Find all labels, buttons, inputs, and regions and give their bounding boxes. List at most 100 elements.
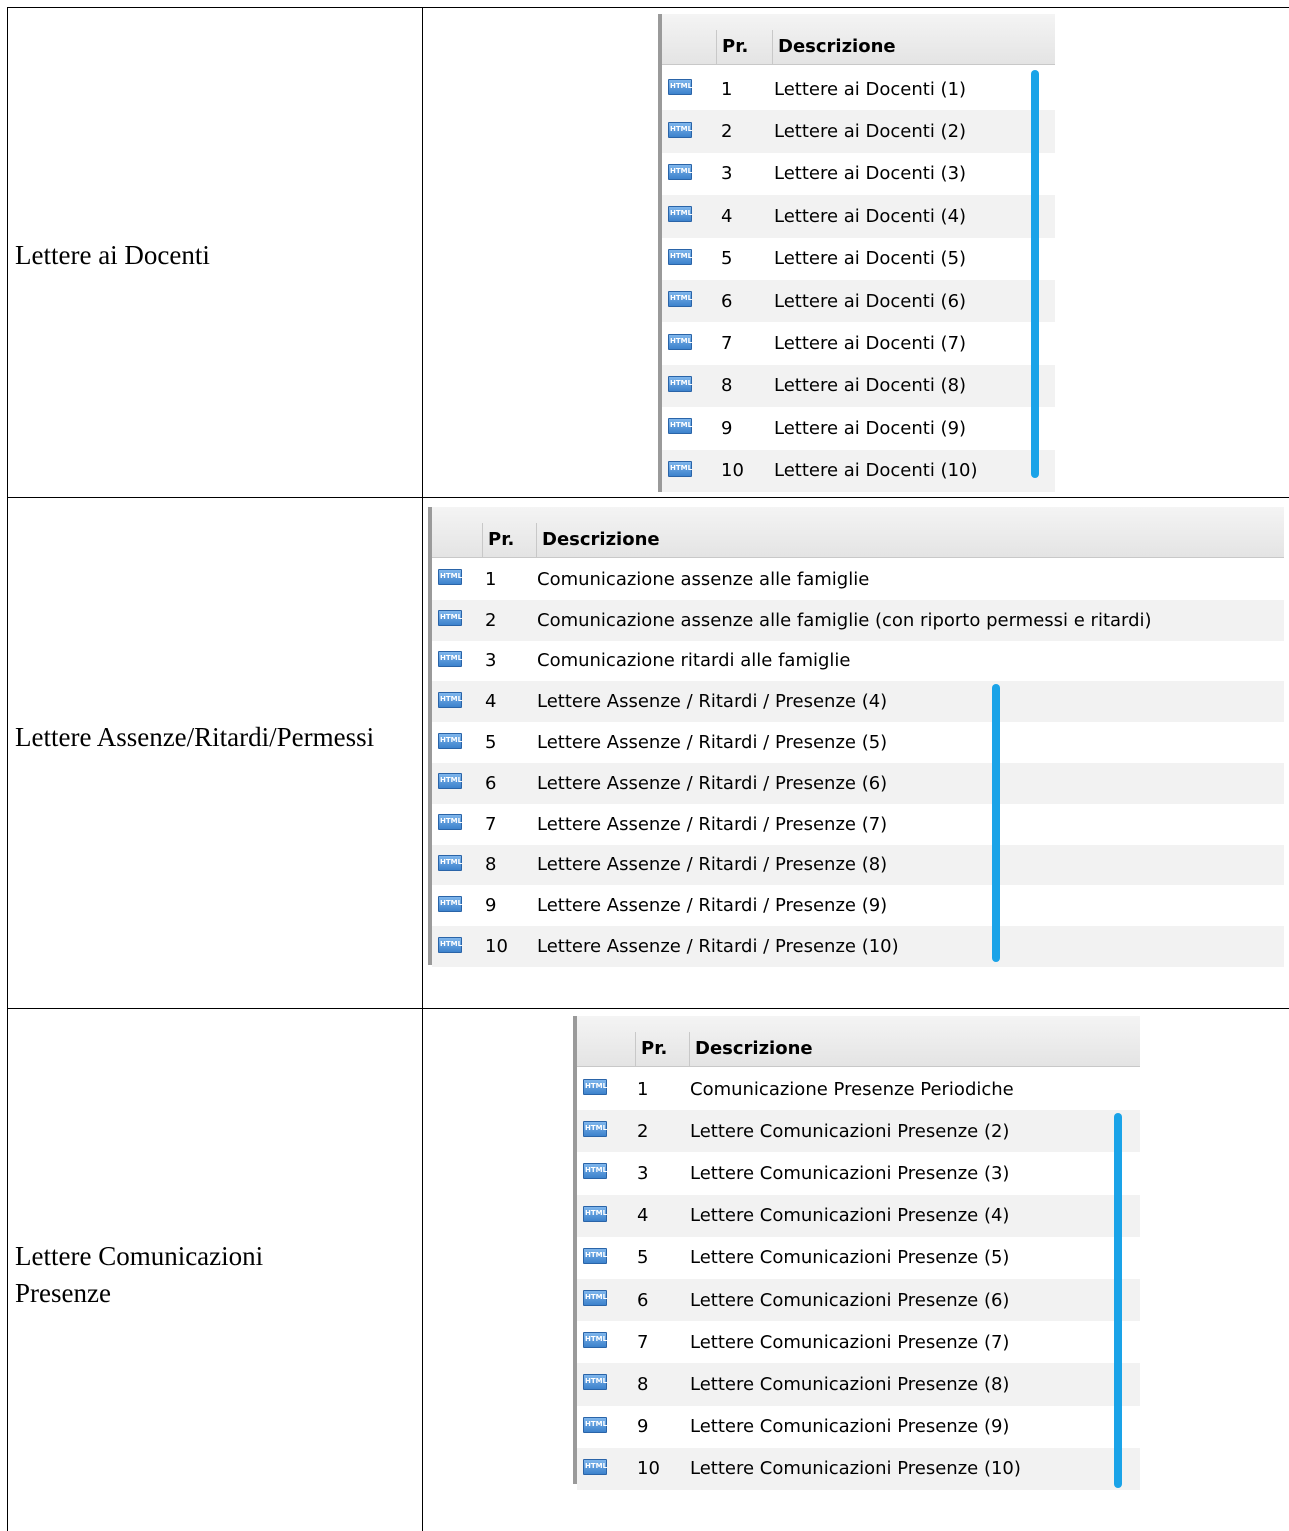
html-file-icon[interactable]: [668, 291, 692, 308]
html-file-icon[interactable]: [583, 1458, 607, 1475]
html-file-icon[interactable]: [438, 732, 462, 749]
row-number: 2: [485, 609, 497, 631]
row-description: Lettere ai Docenti (6): [774, 290, 967, 312]
row-description: Lettere Assenze / Ritardi / Presenze (9): [537, 895, 888, 917]
grid-row[interactable]: 7 Lettere Comunicazioni Presenze (7): [577, 1321, 1140, 1363]
grid-row[interactable]: 6 Lettere Assenze / Ritardi / Presenze (6…: [432, 763, 1284, 804]
grid-row[interactable]: 7 Lettere Assenze / Ritardi / Presenze (7…: [432, 804, 1284, 845]
grid-row[interactable]: 6 Lettere Comunicazioni Presenze (6): [577, 1279, 1140, 1322]
row-description: Lettere ai Docenti (8): [774, 375, 967, 397]
column-header-descrizione[interactable]: Descrizione: [772, 30, 1055, 64]
row-description: Lettere Comunicazioni Presenze (5): [690, 1247, 1010, 1269]
grid-row[interactable]: 8 Lettere Assenze / Ritardi / Presenze (8…: [432, 844, 1284, 886]
grid-row[interactable]: 9 Lettere ai Docenti (9): [662, 407, 1055, 449]
row-number: 8: [485, 854, 497, 876]
grid-row[interactable]: 10 Lettere ai Docenti (10): [662, 449, 1055, 492]
html-file-icon[interactable]: [583, 1205, 607, 1222]
grid-row[interactable]: 2 Comunicazione assenze alle famiglie (co…: [432, 599, 1284, 641]
html-file-icon[interactable]: [583, 1332, 607, 1349]
row-number: 6: [637, 1289, 649, 1311]
row-description: Lettere Assenze / Ritardi / Presenze (7): [537, 813, 888, 835]
html-file-icon[interactable]: [583, 1290, 607, 1307]
row-description: Lettere ai Docenti (4): [774, 205, 967, 227]
grid-row[interactable]: 10 Lettere Assenze / Ritardi / Presenze (…: [432, 926, 1284, 967]
html-file-icon[interactable]: [438, 936, 462, 953]
row-description: Lettere ai Docenti (7): [774, 333, 967, 355]
html-file-icon[interactable]: [668, 460, 692, 477]
grid-row[interactable]: 1 Lettere ai Docenti (1): [662, 68, 1055, 110]
grid-row[interactable]: 5 Lettere ai Docenti (5): [662, 238, 1055, 280]
grid-row[interactable]: 5 Lettere Comunicazioni Presenze (5): [577, 1237, 1140, 1279]
row-description: Lettere Comunicazioni Presenze (7): [690, 1331, 1010, 1353]
html-file-icon[interactable]: [438, 691, 462, 708]
section-label: Lettere Comunicazioni Presenze: [15, 1241, 264, 1308]
row-number: 3: [721, 163, 733, 185]
row-description: Lettere ai Docenti (9): [774, 417, 967, 439]
html-file-icon[interactable]: [438, 569, 462, 586]
html-file-icon[interactable]: [668, 418, 692, 435]
grid-row[interactable]: 2 Lettere Comunicazioni Presenze (2): [577, 1110, 1140, 1153]
column-header-descrizione[interactable]: Descrizione: [536, 523, 1284, 557]
html-file-icon[interactable]: [668, 375, 692, 392]
row-number: 10: [637, 1458, 660, 1480]
html-file-icon[interactable]: [583, 1416, 607, 1433]
row-description: Comunicazione assenze alle famiglie (con…: [537, 609, 1152, 631]
row-description: Lettere Assenze / Ritardi / Presenze (6): [537, 772, 888, 794]
column-header-pr[interactable]: Pr.: [482, 523, 514, 557]
html-file-icon[interactable]: [668, 206, 692, 223]
html-file-icon[interactable]: [668, 163, 692, 180]
grid-row[interactable]: 4 Lettere Comunicazioni Presenze (4): [577, 1194, 1140, 1237]
row-number: 4: [721, 205, 733, 227]
html-file-icon[interactable]: [583, 1374, 607, 1391]
html-file-icon[interactable]: [438, 854, 462, 871]
html-file-icon[interactable]: [668, 248, 692, 265]
grid-row[interactable]: 4 Lettere Assenze / Ritardi / Presenze (4…: [432, 681, 1284, 723]
grid-header: Pr. Descrizione: [662, 14, 1055, 65]
grid-row[interactable]: 1 Comunicazione assenze alle famiglie: [432, 559, 1284, 600]
html-file-icon[interactable]: [438, 814, 462, 831]
html-file-icon[interactable]: [438, 895, 462, 912]
html-file-icon[interactable]: [583, 1079, 607, 1096]
row-number: 6: [721, 290, 733, 312]
row-description: Lettere Comunicazioni Presenze (4): [690, 1205, 1010, 1227]
html-file-icon[interactable]: [583, 1247, 607, 1264]
grid-row[interactable]: 4 Lettere ai Docenti (4): [662, 195, 1055, 238]
row-description: Comunicazione Presenze Periodiche: [690, 1078, 1014, 1100]
grid-row[interactable]: 6 Lettere ai Docenti (6): [662, 280, 1055, 323]
grid-row[interactable]: 8 Lettere Comunicazioni Presenze (8): [577, 1363, 1140, 1406]
html-file-icon[interactable]: [668, 121, 692, 138]
row-number: 7: [721, 333, 733, 355]
grid-header: Pr. Descrizione: [432, 507, 1284, 558]
row-number: 6: [485, 772, 497, 794]
table-column-divider: [422, 7, 423, 1531]
grid-row[interactable]: 3 Comunicazione ritardi alle famiglie: [432, 641, 1284, 682]
highlight-bar: [1114, 1113, 1122, 1488]
table-border-top: [7, 7, 1289, 8]
grid-row[interactable]: 3 Lettere ai Docenti (3): [662, 153, 1055, 195]
grid-row[interactable]: 1 Comunicazione Presenze Periodiche: [577, 1068, 1140, 1110]
grid-row[interactable]: 7 Lettere ai Docenti (7): [662, 322, 1055, 364]
column-header-pr[interactable]: Pr.: [635, 1032, 667, 1066]
column-header-descrizione[interactable]: Descrizione: [689, 1032, 1140, 1066]
grid-row[interactable]: 8 Lettere ai Docenti (8): [662, 364, 1055, 408]
grid-row[interactable]: 9 Lettere Comunicazioni Presenze (9): [577, 1406, 1140, 1448]
grid-lettere-docenti: Pr. Descrizione 1 Lettere ai Docenti (1) 2 Le…: [658, 14, 1055, 492]
row-description: Lettere Assenze / Ritardi / Presenze (5): [537, 732, 888, 754]
html-file-icon[interactable]: [583, 1121, 607, 1138]
grid-row[interactable]: 10 Lettere Comunicazioni Presenze (10): [577, 1447, 1140, 1490]
grid-row[interactable]: 5 Lettere Assenze / Ritardi / Presenze (5…: [432, 722, 1284, 763]
grid-row[interactable]: 9 Lettere Assenze / Ritardi / Presenze (9…: [432, 885, 1284, 926]
html-file-icon[interactable]: [438, 773, 462, 790]
html-file-icon[interactable]: [438, 610, 462, 627]
html-file-icon[interactable]: [668, 79, 692, 96]
grid-row[interactable]: 2 Lettere ai Docenti (2): [662, 110, 1055, 153]
section-label: Lettere ai Docenti: [15, 240, 210, 270]
html-file-icon[interactable]: [583, 1163, 607, 1180]
html-file-icon[interactable]: [668, 333, 692, 350]
grid-header: Pr. Descrizione: [577, 1016, 1140, 1067]
column-header-pr[interactable]: Pr.: [716, 30, 748, 64]
row-number: 2: [637, 1120, 649, 1142]
grid-row[interactable]: 3 Lettere Comunicazioni Presenze (3): [577, 1152, 1140, 1194]
html-file-icon[interactable]: [438, 650, 462, 667]
highlight-bar: [992, 684, 1000, 962]
